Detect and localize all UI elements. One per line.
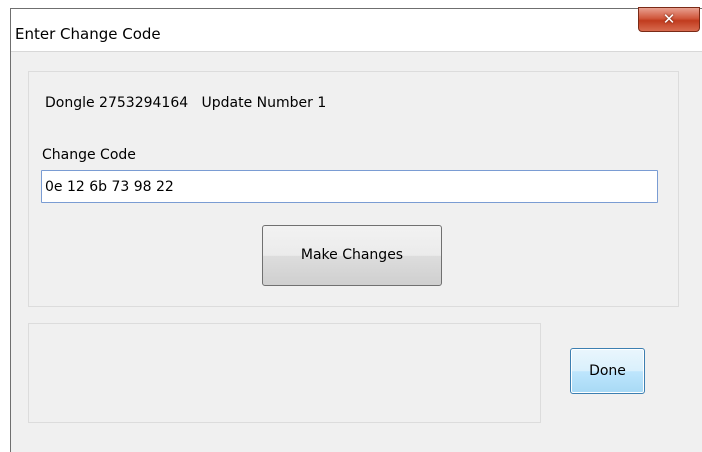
change-code-input[interactable] <box>41 170 658 203</box>
change-code-label: Change Code <box>42 147 136 163</box>
done-button[interactable]: Done <box>570 348 645 394</box>
close-button[interactable]: ✕ <box>638 7 700 32</box>
status-panel <box>28 323 541 423</box>
window-title: Enter Change Code <box>15 25 161 43</box>
close-icon: ✕ <box>662 10 676 28</box>
title-bar[interactable]: Enter Change Code <box>11 9 702 52</box>
make-changes-button[interactable]: Make Changes <box>262 225 442 286</box>
dongle-info-text: Dongle 2753294164 Update Number 1 <box>45 95 327 111</box>
